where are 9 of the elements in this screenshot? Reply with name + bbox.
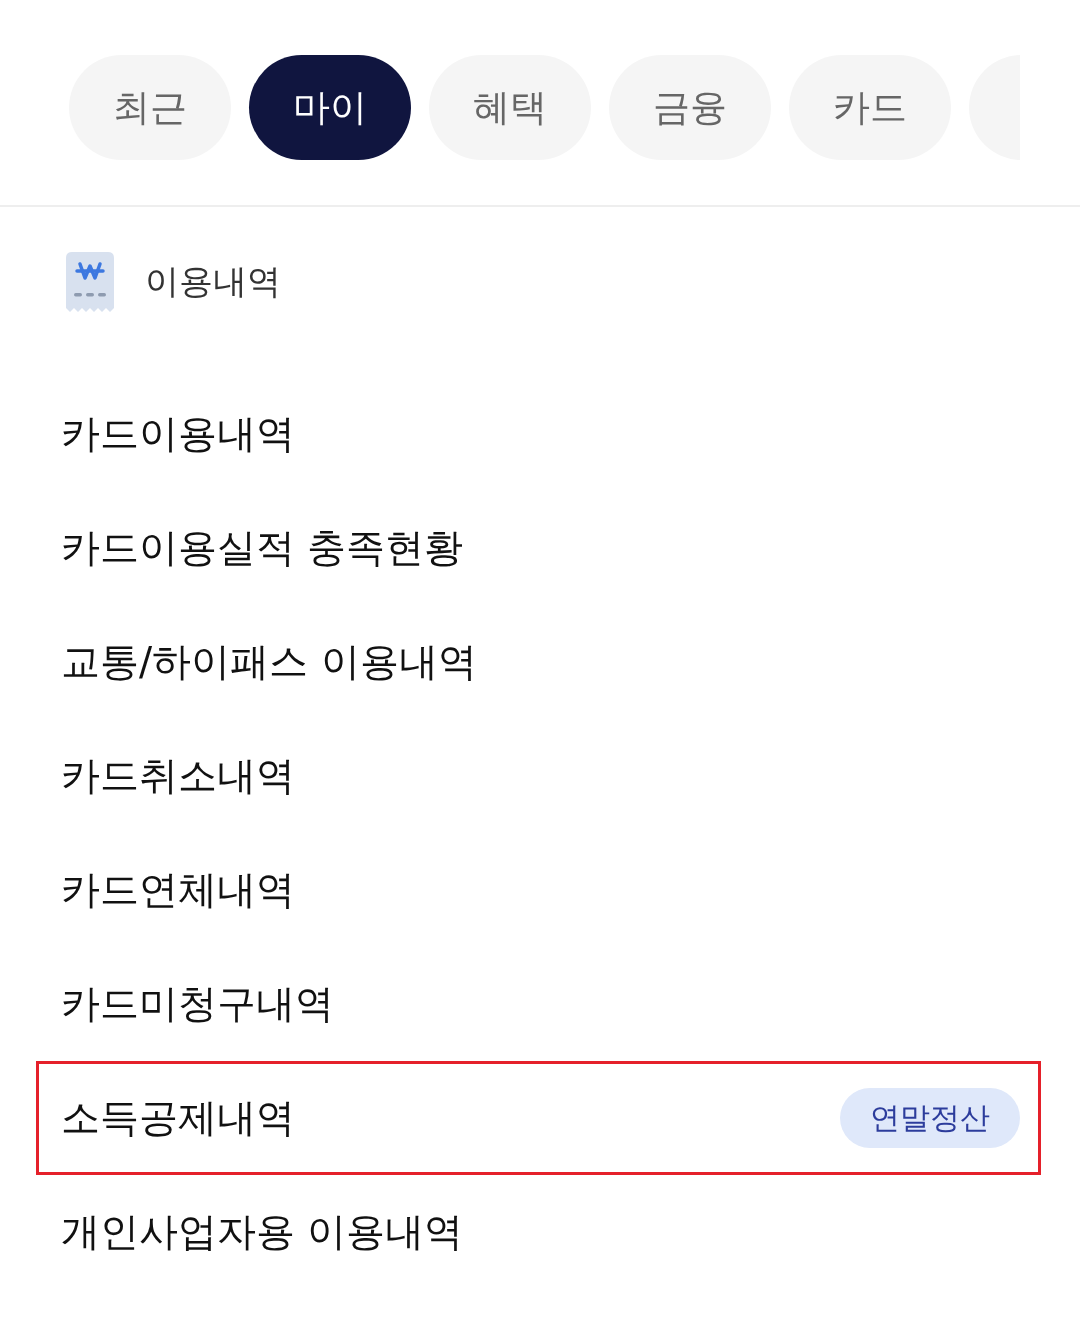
year-end-tag: 연말정산	[840, 1088, 1020, 1148]
category-tab[interactable]: 최근	[69, 55, 231, 160]
receipt-icon	[66, 252, 114, 312]
menu-item[interactable]: 소득공제내역 연말정산	[36, 1061, 1041, 1175]
section-title: 이용내역	[145, 260, 281, 303]
category-tab[interactable]: 마이	[249, 55, 411, 160]
category-tab[interactable]: 혜택	[429, 55, 591, 160]
category-tab[interactable]: 카드	[789, 55, 951, 160]
category-tab[interactable]: 금융	[609, 55, 771, 160]
